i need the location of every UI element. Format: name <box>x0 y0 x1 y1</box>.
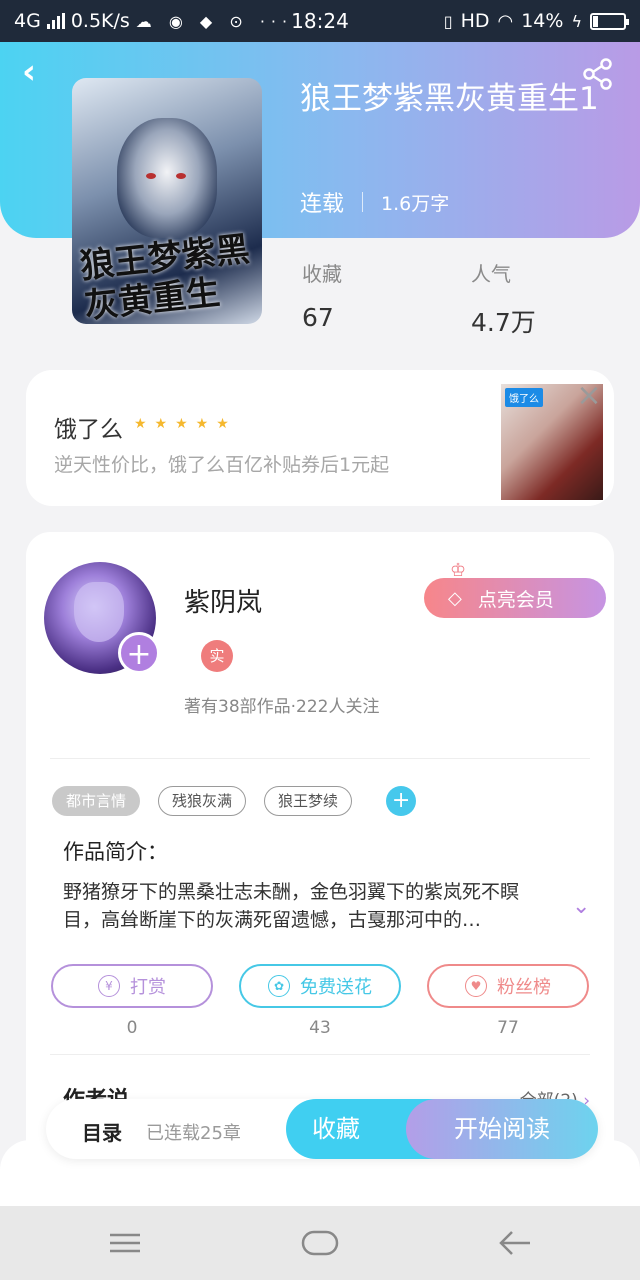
author-stats: 著有38部作品·222人关注 <box>184 697 380 717</box>
ad-rating-stars: ★★★★★ <box>134 416 237 432</box>
reward-count: 0 <box>126 1018 138 1038</box>
vip-button[interactable]: ◇ 点亮会员 <box>424 578 606 618</box>
popularity-stat: 人气 4.7万 <box>471 258 536 339</box>
divider <box>362 192 364 212</box>
popularity-label: 人气 <box>471 262 511 286</box>
toc-button[interactable]: 目录 <box>82 1117 122 1146</box>
ad-banner[interactable]: 饿了么 ★★★★★ 逆天性价比，饿了么百亿补贴券后1元起 饿了么 × <box>26 370 614 506</box>
wolf-image <box>117 118 217 238</box>
signal-icon <box>46 13 65 29</box>
reward-button[interactable]: ¥ 打赏 <box>51 964 213 1008</box>
hd-indicator: HD <box>460 10 490 32</box>
book-meta: 连载 1.6万字 <box>300 186 449 218</box>
wifi-icon: ◠ <box>497 10 514 32</box>
fan-ranking-label: 粉丝榜 <box>497 977 551 998</box>
fan-count: 77 <box>497 1018 519 1038</box>
ad-name: 饿了么 <box>54 417 123 443</box>
reward-label: 打赏 <box>130 977 166 998</box>
intro-title: 作品简介： <box>63 840 168 864</box>
status-bar: 4G 0.5K/s ☁ ◉ ◆ ⊙ ··· 18:24 ▯ HD ◠ 14% ϟ <box>0 0 640 42</box>
ad-close-icon[interactable]: × <box>576 381 602 411</box>
start-reading-button[interactable]: 开始阅读 <box>406 1099 598 1159</box>
charging-icon: ϟ <box>571 11 582 31</box>
diamond-icon: ◇ <box>448 587 462 609</box>
vibrate-icon: ▯ <box>443 11 453 31</box>
bottom-action-bar: 目录 已连载25章 收藏 开始阅读 <box>46 1099 598 1159</box>
battery-percent: 14% <box>521 10 564 32</box>
tag-item[interactable]: 残狼灰满 <box>158 786 247 816</box>
favorites-label: 收藏 <box>302 262 342 286</box>
divider <box>50 758 590 759</box>
tag-item[interactable]: 狼王梦续 <box>264 786 353 816</box>
back-icon[interactable] <box>498 1226 532 1260</box>
popularity-value: 4.7万 <box>471 308 536 337</box>
cover-title: 狼王梦紫黑灰黄重生 <box>78 229 252 324</box>
home-icon[interactable] <box>301 1226 339 1260</box>
favorites-stat: 收藏 67 <box>302 258 342 332</box>
network-type: 4G <box>14 10 41 32</box>
chapter-count: 已连载25章 <box>146 1123 241 1144</box>
yen-icon: ¥ <box>98 975 120 997</box>
tag-list: 都市言情 残狼灰满 狼王梦续 + <box>52 786 417 816</box>
verified-badge: 实 <box>201 640 233 672</box>
system-nav-bar <box>0 1206 640 1280</box>
book-title: 狼王梦紫黑灰黄重生1 <box>300 81 599 117</box>
book-cover[interactable]: 狼王梦紫黑灰黄重生 <box>72 78 262 324</box>
vip-button-label: 点亮会员 <box>477 588 554 611</box>
chevron-down-icon[interactable]: ⌄ <box>572 894 590 919</box>
divider <box>50 1054 590 1055</box>
flower-icon: ✿ <box>268 975 290 997</box>
tag-item[interactable]: 都市言情 <box>52 786 141 816</box>
ad-logo: 饿了么 <box>505 388 543 407</box>
send-flower-button[interactable]: ✿ 免费送花 <box>239 964 401 1008</box>
follow-plus-icon[interactable]: + <box>118 632 160 674</box>
user-heart-icon: ♥ <box>465 975 487 997</box>
notification-icons: ☁ ◉ ◆ ⊙ ··· <box>135 11 294 31</box>
ad-description: 逆天性价比，饿了么百亿补贴券后1元起 <box>54 454 390 476</box>
send-flower-label: 免费送花 <box>300 977 372 998</box>
battery-icon <box>590 12 629 30</box>
wolf-eye <box>146 173 156 179</box>
word-count: 1.6万字 <box>381 192 450 215</box>
menu-icon[interactable] <box>108 1226 142 1260</box>
network-speed: 0.5K/s <box>70 10 130 32</box>
fan-ranking-button[interactable]: ♥ 粉丝榜 <box>427 964 589 1008</box>
serial-status: 连载 <box>300 192 345 217</box>
flower-count: 43 <box>309 1018 331 1038</box>
back-arrow-icon[interactable]: ‹ <box>22 52 36 92</box>
author-name[interactable]: 紫阴岚 <box>184 582 262 619</box>
wolf-eye <box>176 173 186 179</box>
intro-text: 野猪獠牙下的黑桑壮志未酬，金色羽翼下的紫岚死不瞑目，高耸断崖下的灰满死留遗憾，古… <box>63 881 520 931</box>
favorites-value: 67 <box>302 303 334 332</box>
add-tag-button[interactable]: + <box>386 786 417 816</box>
